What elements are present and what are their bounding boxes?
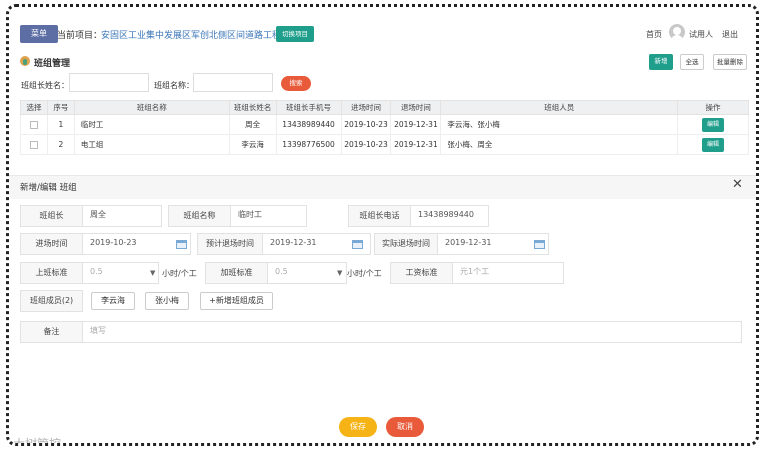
wage-standard-label: 工资标准: [390, 262, 453, 284]
remark-label: 备注: [20, 321, 83, 343]
members-label: 班组成员(2): [20, 290, 83, 312]
member-chip[interactable]: 张小梅: [145, 292, 189, 310]
shift-standard-value: 0.5: [90, 267, 103, 276]
table-row: 1 临时工 周全 13438989440 2019-10-23 2019-12-…: [20, 114, 749, 135]
col-select: 选择: [20, 100, 48, 115]
calendar-icon[interactable]: [352, 240, 363, 249]
row-phone: 13438989440: [275, 114, 342, 135]
member-chip[interactable]: 李云海: [91, 292, 135, 310]
row-exit: 2019-12-31: [390, 134, 442, 155]
row-members: 张小梅、周全: [440, 134, 678, 155]
calendar-icon[interactable]: [176, 240, 187, 249]
overtime-standard-label: 加班标准: [205, 262, 268, 284]
group-name-label: 班组名称：: [154, 81, 194, 90]
phone-value: 13438989440: [418, 210, 474, 219]
wage-standard-placeholder: 元1个工: [460, 267, 490, 276]
user-name[interactable]: 试用人: [689, 29, 713, 40]
row-leader: 李云海: [228, 134, 277, 155]
logout-link[interactable]: 退出: [722, 29, 738, 40]
overtime-standard-value: 0.5: [275, 267, 288, 276]
actual-exit-value: 2019-12-31: [445, 238, 492, 247]
row-checkbox[interactable]: [29, 141, 38, 149]
row-checkbox[interactable]: [29, 121, 38, 129]
dialog-title: 新增/编辑 班组: [20, 183, 77, 193]
watermark: 大树管控: [13, 437, 62, 446]
project-name[interactable]: 安固区工业集中发展区军创北侧区间道路工程: [101, 28, 281, 41]
batch-delete-button[interactable]: 批量删除: [713, 54, 747, 70]
leader-label: 班组长: [20, 205, 83, 227]
phone-label: 班组长电话: [348, 205, 411, 227]
menu-button[interactable]: 菜单: [20, 25, 58, 43]
overtime-unit: 小时/个工: [347, 269, 382, 278]
leader-name-label: 班组长姓名：: [21, 81, 69, 90]
leader-value: 周全: [90, 210, 106, 219]
planned-exit-label: 预计退场时间: [197, 233, 263, 255]
col-exit: 退场时间: [390, 100, 442, 115]
group-name-field-label: 班组名称: [168, 205, 231, 227]
edit-button[interactable]: 编辑: [702, 117, 724, 132]
col-members: 班组人员: [440, 100, 678, 115]
row-members: 李云海、张小梅: [440, 114, 678, 135]
save-button[interactable]: 保存: [339, 417, 377, 437]
chevron-down-icon: ▼: [150, 269, 156, 277]
edit-button[interactable]: 编辑: [702, 137, 724, 152]
home-link[interactable]: 首页: [646, 29, 662, 40]
remark-input[interactable]: [82, 321, 742, 343]
cancel-button[interactable]: 取消: [386, 417, 424, 437]
add-button[interactable]: 新增: [649, 54, 673, 70]
select-all-button[interactable]: 全选: [680, 54, 704, 70]
actual-exit-label: 实际退场时间: [374, 233, 438, 255]
team-management-icon: [20, 56, 30, 66]
app-window: 菜单 当前项目： 安固区工业集中发展区军创北侧区间道路工程 切换项目 首页 试用…: [6, 4, 759, 446]
close-icon[interactable]: ✕: [732, 177, 743, 192]
team-table: 选择 序号 班组名称 班组长姓名 班组长手机号 进场时间 退场时间 班组人员 操…: [20, 100, 749, 155]
enter-time-value: 2019-10-23: [90, 238, 137, 247]
col-no: 序号: [46, 100, 75, 115]
shift-unit: 小时/个工: [162, 269, 197, 278]
col-enter: 进场时间: [340, 100, 392, 115]
search-button[interactable]: 搜索: [281, 76, 311, 91]
row-leader: 周全: [228, 114, 277, 135]
enter-time-label: 进场时间: [20, 233, 83, 255]
add-member-button[interactable]: +新增班组成员: [200, 292, 273, 310]
table-row: 2 电工组 李云海 13398776500 2019-10-23 2019-12…: [20, 134, 749, 155]
row-group-name: 电工组: [73, 134, 230, 155]
row-no: 1: [46, 114, 75, 135]
group-name-input[interactable]: [193, 73, 273, 92]
project-label: 当前项目：: [57, 31, 103, 41]
row-phone: 13398776500: [275, 134, 342, 155]
row-group-name: 临时工: [73, 114, 230, 135]
shift-standard-label: 上班标准: [20, 262, 83, 284]
dialog-header: [9, 175, 756, 199]
col-leader: 班组长姓名: [228, 100, 277, 115]
page-title: 班组管理: [34, 59, 71, 69]
avatar: [669, 24, 685, 40]
row-exit: 2019-12-31: [390, 114, 442, 135]
table-header-row: 选择 序号 班组名称 班组长姓名 班组长手机号 进场时间 退场时间 班组人员 操…: [20, 100, 749, 115]
group-name-value: 临时工: [238, 210, 262, 219]
planned-exit-value: 2019-12-31: [270, 238, 317, 247]
chevron-down-icon: ▼: [337, 269, 343, 277]
row-enter: 2019-10-23: [340, 134, 392, 155]
switch-project-button[interactable]: 切换项目: [276, 26, 314, 42]
calendar-icon[interactable]: [534, 240, 545, 249]
row-enter: 2019-10-23: [340, 114, 392, 135]
row-no: 2: [46, 134, 75, 155]
col-action: 操作: [677, 100, 749, 115]
leader-name-input[interactable]: [69, 73, 149, 92]
remark-placeholder: 填写: [90, 326, 106, 335]
col-phone: 班组长手机号: [275, 100, 342, 115]
col-group-name: 班组名称: [73, 100, 230, 115]
